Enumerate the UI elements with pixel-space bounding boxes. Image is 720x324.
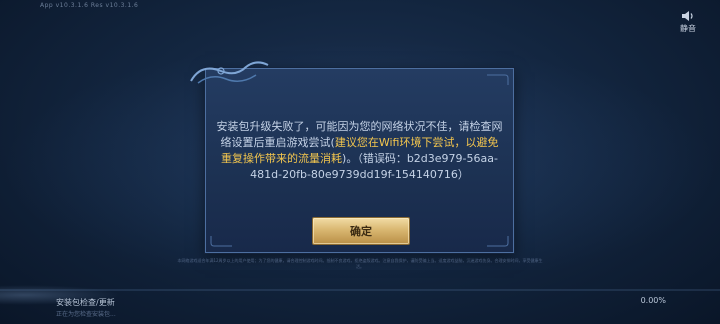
error-message: 安装包升级失败了，可能因为您的网络状况不佳，请检查网络设置后重启游戏尝试(建议您… [216, 119, 503, 183]
status-title: 安装包检查/更新 [56, 298, 115, 307]
mute-button[interactable]: 静音 [674, 10, 702, 38]
confirm-button[interactable]: 确定 [312, 217, 410, 245]
health-notice: 本网络游戏适合年满12周岁以上的用户使用；为了您的健康，请合理控制游戏时间。抵制… [177, 258, 543, 269]
corner-ornament-icon [210, 236, 232, 247]
progress-bar [0, 289, 720, 291]
corner-ornament-icon [487, 236, 509, 247]
cloud-swirl-icon [190, 61, 269, 84]
speaker-icon [682, 11, 693, 21]
corner-ornament-icon [487, 74, 509, 85]
progress-percent: 0.00% [640, 296, 666, 305]
error-dialog: 安装包升级失败了，可能因为您的网络状况不佳，请检查网络设置后重启游戏尝试(建议您… [190, 61, 514, 253]
status-subtitle: 正在为您检查安装包... [56, 311, 116, 318]
mute-label: 静音 [680, 24, 696, 33]
version-text: App v10.3.1.6 Res v10.3.1.6 [40, 2, 139, 9]
